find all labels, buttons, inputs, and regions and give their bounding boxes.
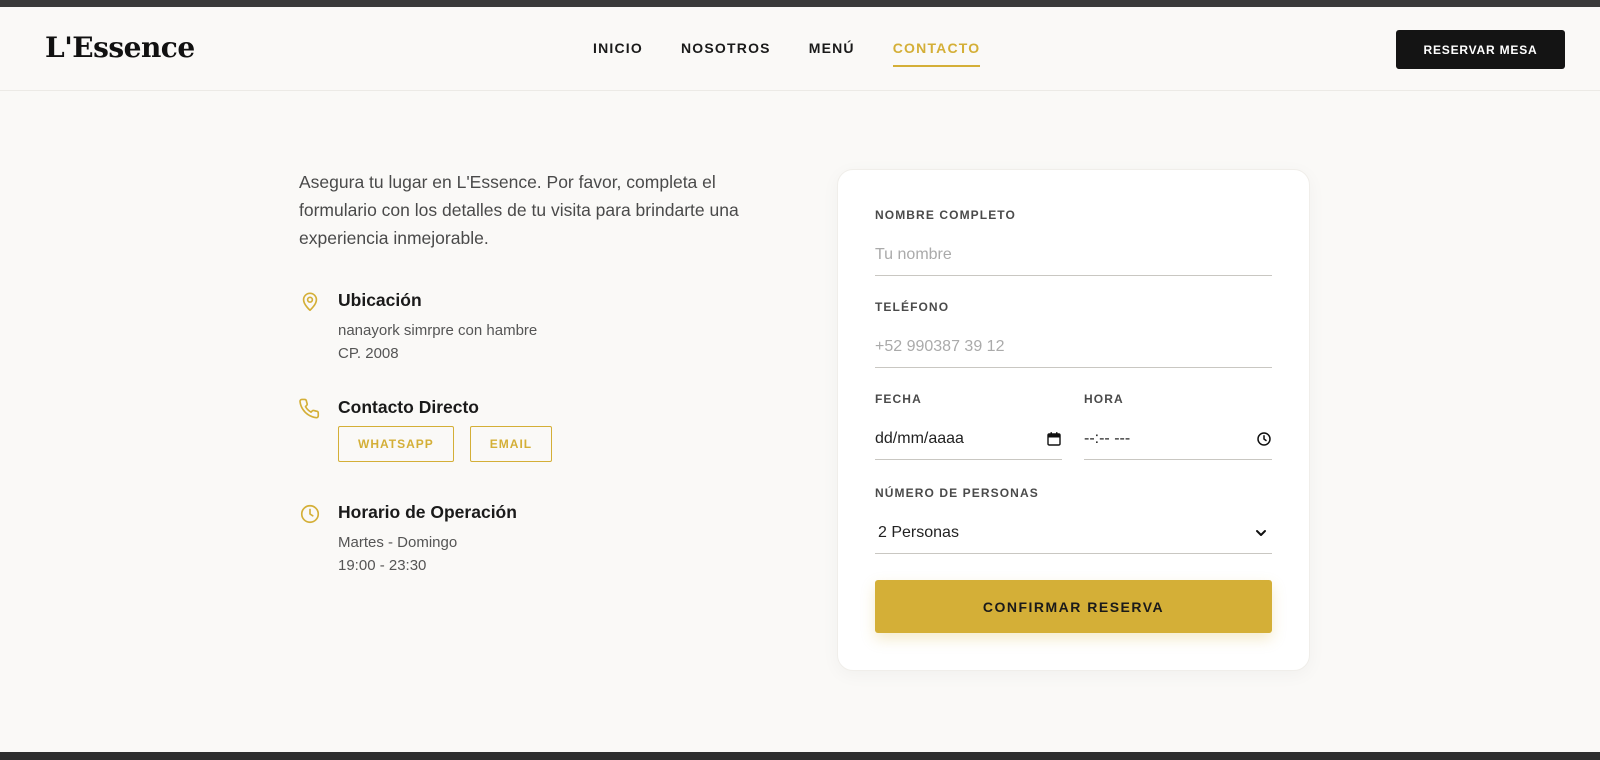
chevron-down-icon[interactable] <box>1253 525 1269 541</box>
guests-label: NÚMERO DE PERSONAS <box>875 486 1039 500</box>
phone-input[interactable] <box>875 337 1272 356</box>
name-field-group: NOMBRE COMPLETO <box>875 208 1272 276</box>
reservation-form: NOMBRE COMPLETO TELÉFONO FECHA dd/mm/aaa… <box>837 169 1310 671</box>
nav-item-inicio[interactable]: INICIO <box>593 40 643 67</box>
nav-item-menu[interactable]: MENÚ <box>809 40 855 67</box>
clock-icon[interactable] <box>1256 431 1272 447</box>
info-location: Ubicación nanayork simrpre con hambre CP… <box>299 290 537 365</box>
hours-title: Horario de Operación <box>338 502 517 522</box>
time-label: HORA <box>1084 392 1124 406</box>
phone-field-group: TELÉFONO <box>875 300 1272 368</box>
info-contact: Contacto Directo WHATSAPP EMAIL <box>299 397 553 462</box>
hours-line-2: 19:00 - 23:30 <box>338 557 427 574</box>
calendar-icon[interactable] <box>1046 431 1062 447</box>
date-value: dd/mm/aaaa <box>875 429 964 447</box>
name-input[interactable] <box>875 245 1272 264</box>
confirm-reservation-button[interactable]: CONFIRMAR RESERVA <box>875 580 1272 633</box>
logo[interactable]: L'Essence <box>45 31 195 64</box>
guests-selected: 2 Personas <box>878 523 959 541</box>
main-nav: INICIO NOSOTROS MENÚ CONTACTO <box>593 40 981 67</box>
window-bottom-bar <box>0 752 1600 760</box>
whatsapp-button[interactable]: WHATSAPP <box>338 426 454 462</box>
date-label: FECHA <box>875 392 922 406</box>
date-input[interactable]: dd/mm/aaaa <box>875 418 1062 460</box>
location-line-1: nanayork simrpre con hambre <box>338 322 538 339</box>
window-top-bar <box>0 0 1600 7</box>
nav-item-nosotros[interactable]: NOSOTROS <box>681 40 771 67</box>
date-field-group: FECHA dd/mm/aaaa <box>875 392 1062 460</box>
reserve-table-button[interactable]: RESERVAR MESA <box>1396 30 1565 69</box>
nav-item-contacto[interactable]: CONTACTO <box>892 40 981 67</box>
intro-text: Asegura tu lugar en L'Essence. Por favor… <box>299 172 739 248</box>
location-title: Ubicación <box>338 290 422 310</box>
clock-icon <box>300 504 320 524</box>
phone-icon <box>299 398 320 419</box>
site-header: L'Essence INICIO NOSOTROS MENÚ CONTACTO … <box>0 7 1600 91</box>
info-hours: Horario de Operación Martes - Domingo 19… <box>299 502 517 577</box>
email-button[interactable]: EMAIL <box>469 426 553 462</box>
map-pin-icon <box>302 292 318 312</box>
time-input[interactable]: --:-- --- <box>1084 418 1272 460</box>
contact-title: Contacto Directo <box>338 397 479 417</box>
guests-field-group: NÚMERO DE PERSONAS 2 Personas <box>875 486 1272 554</box>
name-label: NOMBRE COMPLETO <box>875 208 1016 222</box>
hours-line-1: Martes - Domingo <box>338 534 458 551</box>
phone-label: TELÉFONO <box>875 300 950 314</box>
location-line-2: CP. 2008 <box>338 345 399 362</box>
time-value: --:-- --- <box>1084 429 1131 447</box>
time-field-group: HORA --:-- --- <box>1084 392 1272 460</box>
guests-select[interactable]: 2 Personas <box>875 512 1272 554</box>
